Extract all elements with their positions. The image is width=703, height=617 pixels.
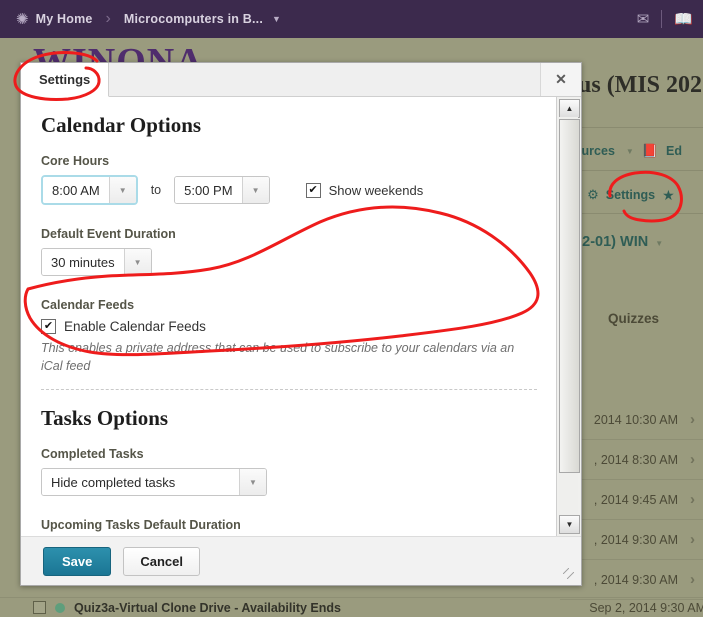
event-title[interactable]: Quiz3a-Virtual Clone Drive - Availabilit… <box>74 601 341 615</box>
resize-grip-icon[interactable] <box>563 568 576 581</box>
settings-dialog: Settings ✕ Calendar Options Core Hours 8… <box>20 62 582 586</box>
topbar-right-group: ✉ 📖 <box>637 10 703 28</box>
chevron-down-icon: ▼ <box>241 177 269 203</box>
default-event-duration-label: Default Event Duration <box>41 227 176 241</box>
breadcrumb-separator: › <box>105 10 111 27</box>
dialog-titlebar: Settings ✕ <box>21 63 581 97</box>
section-label-quizzes: Quizzes <box>608 311 660 326</box>
calendar-options-heading: Calendar Options <box>41 113 202 137</box>
chevron-down-icon[interactable]: ▼ <box>626 147 634 156</box>
dialog-footer: Save Cancel <box>21 537 581 585</box>
event-status-dot-icon <box>55 602 65 613</box>
chevron-down-icon: ▼ <box>123 249 151 275</box>
book-icon: 📕 <box>641 143 659 158</box>
chevron-right-icon[interactable]: › <box>690 451 695 468</box>
tasks-options-heading: Tasks Options <box>41 406 169 431</box>
event-checkbox[interactable] <box>33 601 46 614</box>
dialog-content: Calendar Options Core Hours 8:00 AM ▼ to… <box>21 97 557 536</box>
core-hours-end-select[interactable]: 5:00 PM ▼ <box>174 176 270 204</box>
close-icon[interactable]: ✕ <box>540 63 581 96</box>
enable-calendar-feeds-checkbox[interactable]: ✔ <box>41 319 56 334</box>
cancel-button[interactable]: Cancel <box>123 546 201 576</box>
event-date: , 2014 9:45 AM <box>593 492 678 507</box>
save-button[interactable]: Save <box>43 546 112 576</box>
dialog-scrollbar[interactable]: ▲ ▼ <box>556 97 581 536</box>
book-icon[interactable]: 📖 <box>674 10 693 28</box>
nav-edit-link[interactable]: Ed <box>666 144 682 158</box>
show-weekends-checkbox[interactable]: ✔ <box>305 182 321 198</box>
default-event-duration-select[interactable]: 30 minutes ▼ <box>41 248 152 276</box>
star-icon[interactable]: ★ <box>662 187 675 204</box>
enable-calendar-feeds-label: Enable Calendar Feeds <box>64 319 206 334</box>
section-divider <box>41 389 537 391</box>
envelope-icon[interactable]: ✉ <box>637 10 650 28</box>
completed-tasks-select[interactable]: Hide completed tasks ▼ <box>41 468 267 497</box>
core-hours-end-value: 5:00 PM <box>175 177 242 203</box>
tab-settings[interactable]: Settings <box>21 63 110 97</box>
scroll-up-button[interactable]: ▲ <box>559 99 580 118</box>
event-date: , 2014 9:30 AM <box>593 572 678 587</box>
core-hours-row: 8:00 AM ▼ to 5:00 PM ▼ ✔ Show weekends <box>41 175 537 205</box>
top-navigation-bar: ✺ My Home › Microcomputers in B... ▼ ✉ 📖 <box>0 0 703 38</box>
gear-icon[interactable]: ⚙ <box>587 187 599 203</box>
default-event-duration-value: 30 minutes <box>42 249 124 275</box>
nav-my-home-link[interactable]: My Home <box>36 12 93 26</box>
scrollbar-thumb[interactable] <box>559 119 580 473</box>
chevron-down-icon: ▼ <box>108 177 136 203</box>
settings-link[interactable]: Settings <box>606 188 655 202</box>
completed-tasks-value: Hide completed tasks <box>42 469 239 496</box>
topbar-divider <box>661 10 663 28</box>
core-hours-label: Core Hours <box>41 154 110 168</box>
nav-course-link[interactable]: Microcomputers in B... <box>124 12 263 26</box>
page-title: us (MIS 202 <box>578 72 703 98</box>
chevron-right-icon[interactable]: › <box>690 411 695 428</box>
dialog-body: Calendar Options Core Hours 8:00 AM ▼ to… <box>21 97 581 537</box>
event-date: 2014 10:30 AM <box>593 412 678 427</box>
chevron-down-icon: ▼ <box>239 469 266 496</box>
scroll-down-button[interactable]: ▼ <box>559 515 580 534</box>
asterisk-icon: ✺ <box>16 10 29 28</box>
core-hours-start-value: 8:00 AM <box>43 177 109 203</box>
event-date: Sep 2, 2014 9:30 AM <box>589 600 703 615</box>
core-hours-start-select[interactable]: 8:00 AM ▼ <box>41 175 138 205</box>
calendar-feeds-label: Calendar Feeds <box>41 298 135 312</box>
completed-tasks-label: Completed Tasks <box>41 447 144 462</box>
upcoming-tasks-label: Upcoming Tasks Default Duration <box>41 518 241 533</box>
chevron-right-icon[interactable]: › <box>690 491 695 508</box>
topbar-left-group: ✺ My Home › Microcomputers in B... ▼ <box>0 10 281 28</box>
chevron-right-icon[interactable]: › <box>690 571 695 588</box>
chevron-down-icon[interactable]: ▼ <box>272 14 281 24</box>
tab-settings-label: Settings <box>39 72 91 87</box>
calendar-feeds-description: This enables a private address that can … <box>41 341 515 374</box>
show-weekends-row[interactable]: ✔ Show weekends <box>305 182 424 198</box>
event-date: , 2014 8:30 AM <box>593 452 678 467</box>
core-hours-to-label: to <box>150 183 162 197</box>
chevron-down-icon: ▼ <box>655 239 664 248</box>
show-weekends-label: Show weekends <box>328 182 424 198</box>
chevron-right-icon[interactable]: › <box>690 531 695 548</box>
event-date: , 2014 9:30 AM <box>593 532 678 547</box>
event-row-last[interactable]: Quiz3a-Virtual Clone Drive - Availabilit… <box>0 597 703 617</box>
enable-calendar-feeds-row[interactable]: ✔ Enable Calendar Feeds <box>41 319 537 334</box>
